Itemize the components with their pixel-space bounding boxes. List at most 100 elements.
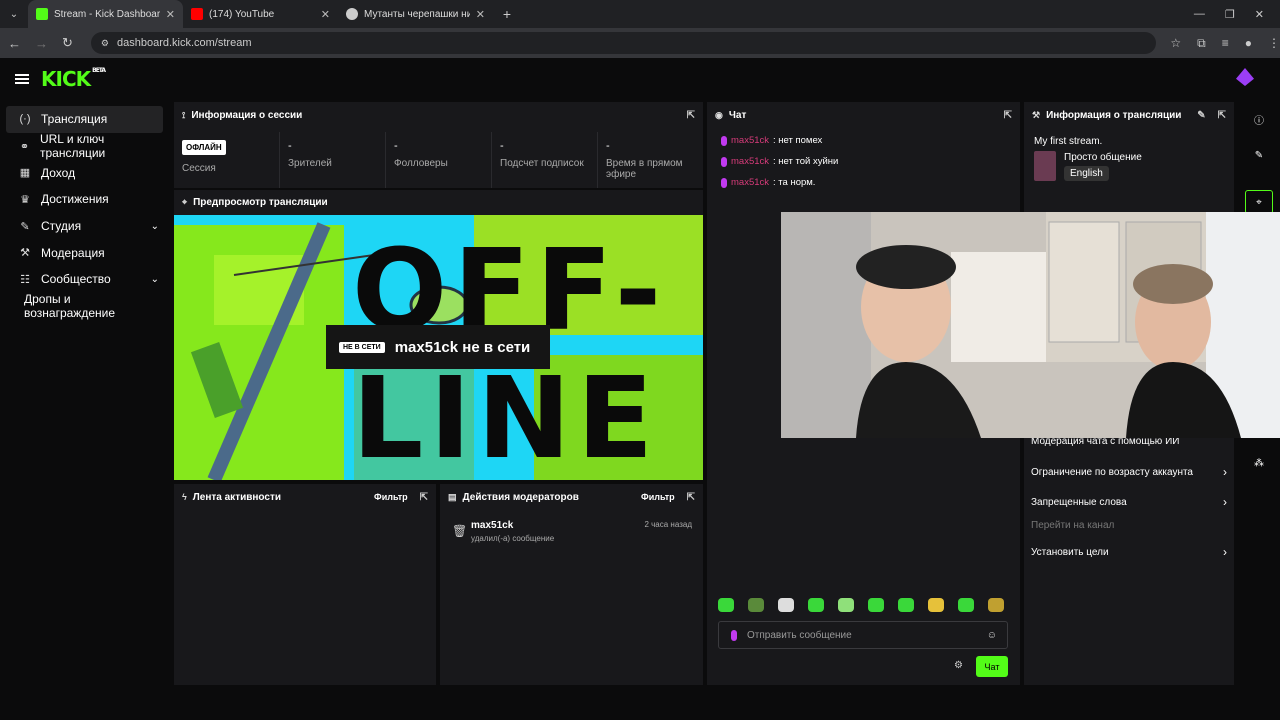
pencil-icon[interactable]: ✎	[1238, 150, 1280, 161]
browser-tab-kick[interactable]: Stream - Kick Dashboard ✕	[28, 0, 183, 28]
sidebar-item-drops[interactable]: Дропы и вознаграждение	[6, 292, 163, 320]
setting-go-to-channel[interactable]: Перейти на канал	[1031, 520, 1227, 531]
new-tab-icon[interactable]: +	[493, 6, 521, 22]
popout-icon[interactable]: ⇱	[1218, 110, 1226, 121]
mod-actions-panel: ▤ Действия модераторов Фильтр ⇱	[440, 484, 703, 685]
forward-icon[interactable]: →	[35, 36, 48, 51]
sidebar-item-moderation[interactable]: ⚒ Модерация	[6, 239, 163, 266]
address-bar: ← → ↻ ⚙ dashboard.kick.com/stream ☆ ⧉ ≡ …	[0, 28, 1280, 58]
offline-status-overlay: НЕ В СЕТИ max51ck не в сети	[326, 325, 550, 369]
filter-button[interactable]: Фильтр	[374, 492, 408, 502]
popout-icon[interactable]: ⇱	[1004, 110, 1012, 121]
close-tab-icon[interactable]: ✕	[321, 8, 330, 21]
emote-icon[interactable]	[868, 598, 884, 612]
minimize-icon[interactable]: —	[1194, 8, 1205, 21]
mod-action-user[interactable]: max51ck	[471, 520, 513, 531]
link-icon: ⚭	[19, 140, 30, 153]
stat-label: Время в прямом эфире	[606, 158, 683, 180]
emote-icon[interactable]	[838, 598, 854, 612]
community-icon[interactable]: ⁂	[1238, 458, 1280, 469]
sidebar-item-community[interactable]: ☷ Сообщество ⌄	[6, 266, 163, 293]
sidebar-item-stream[interactable]: (·) Трансляция	[6, 106, 163, 133]
site-info-icon[interactable]: ⚙	[101, 38, 109, 49]
tab-search-icon[interactable]: ⌄	[0, 0, 28, 28]
youtube-favicon-icon	[191, 8, 203, 20]
signal-icon: ⟟	[182, 109, 186, 120]
chat-username[interactable]: max51ck	[731, 156, 769, 167]
kick-logo[interactable]: KICK BETA	[41, 67, 106, 91]
setting-set-goals[interactable]: Установить цели ›	[1031, 545, 1227, 559]
stat-value: -	[288, 140, 292, 152]
lightning-icon: ϟ	[182, 492, 187, 502]
offline-badge: НЕ В СЕТИ	[339, 341, 385, 353]
chevron-right-icon: ›	[1223, 545, 1227, 559]
stream-category: Просто общение	[1064, 151, 1142, 163]
chat-username[interactable]: max51ck	[731, 135, 769, 146]
emote-icon[interactable]	[958, 598, 974, 612]
user-avatar[interactable]	[1236, 68, 1254, 86]
sidebar-item-achievements[interactable]: ♛ Достижения	[6, 186, 163, 213]
sidebar-item-studio[interactable]: ✎ Студия ⌄	[6, 213, 163, 240]
popout-icon[interactable]: ⇱	[420, 492, 428, 503]
close-tab-icon[interactable]: ✕	[476, 8, 485, 21]
browser-tab-youtube[interactable]: (174) YouTube ✕	[183, 0, 338, 28]
emoji-icon[interactable]: ☺	[987, 630, 997, 641]
emote-icon[interactable]	[898, 598, 914, 612]
url-field[interactable]: ⚙ dashboard.kick.com/stream	[90, 32, 1157, 54]
browser-tab-turtles[interactable]: Мутанты черепашки ниндзя. Н ✕	[338, 0, 493, 28]
dashboard-sidebar: (·) Трансляция ⚭ URL и ключ трансляции ▦…	[0, 100, 170, 690]
sidebar-item-label: Трансляция	[41, 112, 108, 127]
kick-favicon-icon	[36, 8, 48, 20]
close-window-icon[interactable]: ✕	[1255, 8, 1264, 21]
chat-send-button[interactable]: Чат	[976, 656, 1008, 677]
palette-icon: ✎	[20, 220, 30, 233]
browser-tabbar: ⌄ Stream - Kick Dashboard ✕ (174) YouTub…	[0, 0, 1280, 28]
popout-icon[interactable]: ⇱	[687, 492, 695, 503]
sidebar-item-label: URL и ключ трансляции	[39, 132, 106, 161]
mic-badge-icon	[721, 156, 727, 167]
hamburger-menu-icon[interactable]	[15, 74, 29, 84]
popout-icon[interactable]: ⇱	[687, 110, 695, 121]
chat-settings-gear-icon[interactable]: ⚙	[954, 660, 963, 671]
profile-icon[interactable]: ●	[1245, 36, 1252, 51]
preview-panel-header: ⌖ Предпросмотр трансляции	[174, 190, 703, 215]
chat-input[interactable]: Отправить сообщение ☺	[718, 621, 1008, 649]
offline-big-text-bottom: LINE	[352, 354, 660, 480]
webcam-image	[781, 212, 1280, 438]
extensions-icon[interactable]: ⧉	[1197, 36, 1206, 51]
edit-pencil-icon[interactable]: ✎	[1197, 110, 1205, 121]
back-icon[interactable]: ←	[8, 36, 21, 51]
emote-icon[interactable]	[718, 598, 734, 612]
info-icon[interactable]: ⓘ	[1238, 112, 1280, 127]
sidebar-item-label: Студия	[41, 219, 82, 234]
stat-label: Сессия	[182, 163, 216, 174]
sidebar-item-url-key[interactable]: ⚭ URL и ключ трансляции	[6, 132, 163, 161]
setting-account-age[interactable]: Ограничение по возрасту аккаунта ›	[1031, 465, 1227, 479]
maximize-icon[interactable]: ❐	[1225, 8, 1235, 21]
setting-label: Запрещенные слова	[1031, 496, 1127, 508]
setting-banned-words[interactable]: Запрещенные слова ›	[1031, 495, 1227, 509]
reload-icon[interactable]: ↻	[62, 35, 73, 51]
mic-badge-icon	[721, 177, 727, 188]
preview-toggle-icon[interactable]: ⌖	[1245, 190, 1273, 214]
offline-badge: ОФЛАЙН	[182, 140, 226, 155]
stat-viewers: - Зрителей	[280, 132, 386, 188]
stat-followers: - Фолловеры	[386, 132, 492, 188]
sidebar-item-income[interactable]: ▦ Доход	[6, 159, 163, 186]
emote-icon[interactable]	[748, 598, 764, 612]
tab-title: Stream - Kick Dashboard	[54, 8, 160, 20]
bookmark-star-icon[interactable]: ☆	[1170, 36, 1181, 51]
sidebar-item-label: Доход	[41, 165, 76, 180]
emote-icon[interactable]	[988, 598, 1004, 612]
site-favicon-icon	[346, 8, 358, 20]
emote-icon[interactable]	[808, 598, 824, 612]
browser-menu-icon[interactable]: ⋮	[1268, 36, 1280, 51]
chat-text: : нет той хуйни	[773, 156, 839, 167]
filter-button[interactable]: Фильтр	[641, 492, 675, 502]
chat-username[interactable]: max51ck	[731, 177, 769, 188]
close-tab-icon[interactable]: ✕	[166, 8, 175, 21]
emote-icon[interactable]	[778, 598, 794, 612]
emote-icon[interactable]	[928, 598, 944, 612]
media-icon[interactable]: ≡	[1222, 36, 1229, 51]
chart-icon: ▦	[19, 167, 31, 180]
